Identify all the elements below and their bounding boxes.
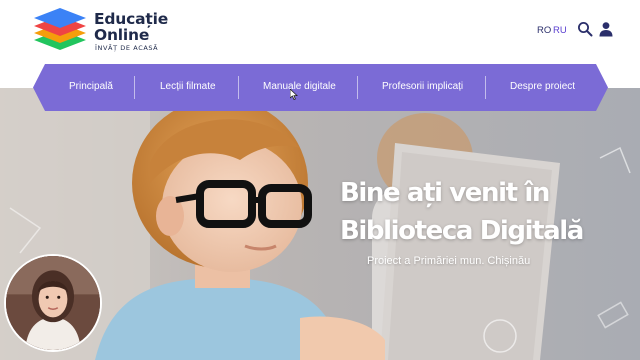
language-ro[interactable]: RO	[537, 25, 551, 36]
nav-divider	[485, 76, 486, 99]
nav-divider	[357, 76, 358, 99]
nav-item-profesorii-implicati[interactable]: Profesorii implicați	[382, 81, 463, 92]
logo-title-line1: Educație	[94, 10, 169, 28]
nav-item-lectii-filmate[interactable]: Lecții filmate	[160, 81, 216, 92]
logo-layers-icon	[34, 8, 86, 50]
nav-divider	[238, 76, 239, 99]
nav-divider	[134, 76, 135, 99]
main-nav: Principală Lecții filmate Manuale digita…	[33, 64, 608, 111]
nav-item-principala[interactable]: Principală	[69, 81, 113, 92]
search-icon[interactable]	[577, 21, 593, 37]
webcam-overlay	[4, 254, 102, 352]
hero-subtitle: Proiect a Primăriei mun. Chișinău	[367, 255, 531, 267]
page: Educație Online ÎNVĂȚ DE ACASĂ RO RU Bin…	[0, 0, 640, 360]
nav-item-manuale-digitale[interactable]: Manuale digitale	[263, 81, 336, 92]
nav-item-despre-proiect[interactable]: Despre proiect	[510, 81, 575, 92]
logo-title-line2: Online	[94, 26, 150, 44]
hero-title-line1: Bine ați venit în	[340, 178, 550, 208]
logo[interactable]: Educație Online ÎNVĂȚ DE ACASĂ	[30, 6, 170, 54]
hero-title-line2: Biblioteca Digitală	[340, 216, 584, 246]
mouse-cursor-icon	[290, 89, 298, 100]
site-header: Educație Online ÎNVĂȚ DE ACASĂ RO RU	[0, 0, 640, 64]
language-ru[interactable]: RU	[553, 25, 567, 36]
user-icon[interactable]	[598, 21, 614, 37]
logo-tagline: ÎNVĂȚ DE ACASĂ	[95, 44, 159, 52]
presenter-video	[6, 256, 100, 350]
